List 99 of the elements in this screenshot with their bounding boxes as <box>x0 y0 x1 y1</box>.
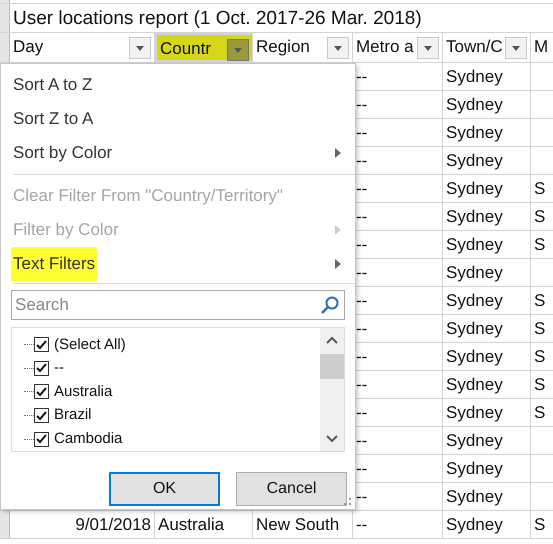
table-cell: -- <box>356 67 368 86</box>
highlight-mark: Text Filters <box>11 247 98 281</box>
table-cell: Sydney <box>446 375 503 394</box>
dialog-button[interactable]: Cancel <box>236 472 347 506</box>
value-label[interactable]: Australia <box>54 380 112 404</box>
table-cell: -- <box>356 431 368 450</box>
column-title: Region <box>255 37 310 56</box>
table-cell: -- <box>356 487 368 506</box>
report-title: User locations report (1 Oct. 2017-26 Mar. 2018) <box>12 7 422 31</box>
table-cell: Australia <box>158 515 224 534</box>
table-cell: -- <box>356 95 368 114</box>
caret-icon <box>234 48 242 52</box>
table-cell: -- <box>356 123 368 142</box>
submenu-arrow-icon <box>335 259 341 269</box>
value-label[interactable]: (Select All) <box>54 334 126 356</box>
menu-item-label: Sort by Color <box>13 142 112 164</box>
table-cell: New South <box>256 515 340 534</box>
table-cell: -- <box>356 515 368 534</box>
table-cell: Sydney <box>446 151 503 170</box>
table-cell: -- <box>356 263 368 282</box>
value-label[interactable]: -- <box>54 357 64 380</box>
menu-item-label: Sort Z to A <box>13 108 94 130</box>
table-cell: Sydney <box>446 235 503 254</box>
table-cell: Sydney <box>446 67 503 86</box>
column-title: Countr <box>159 39 212 58</box>
menu-item[interactable]: Sort by Color <box>1 136 355 170</box>
filter-dropdown-button[interactable] <box>505 37 527 59</box>
table-cell: Sydney <box>446 487 503 506</box>
checkbox[interactable] <box>34 408 49 424</box>
table-cell: Sydney <box>446 291 503 310</box>
table-cell: -- <box>356 151 368 170</box>
check-icon <box>36 434 47 444</box>
filter-dropdown-button[interactable] <box>327 37 349 59</box>
table-cell: Sydney <box>446 179 503 198</box>
column-title: Day <box>12 37 44 56</box>
menu-item[interactable]: Sort Z to A <box>1 102 355 136</box>
scroll-thumb[interactable] <box>320 354 344 379</box>
table-cell: -- <box>356 319 368 338</box>
menu-item-label: Filter by Color <box>13 219 119 242</box>
value-label[interactable]: Cambodia <box>54 428 122 450</box>
table-cell: Sydney <box>446 319 503 338</box>
table-cell: Sydney <box>446 123 503 142</box>
column-title: Metro a <box>355 37 414 56</box>
table-cell: Sydney <box>446 95 503 114</box>
table-cell: Sydney <box>446 403 503 422</box>
table-cell: S <box>534 207 546 226</box>
scroll-up-icon[interactable] <box>326 336 338 344</box>
table-cell: Sydney <box>446 515 503 534</box>
table-cell: -- <box>356 235 368 254</box>
table-cell: S <box>534 235 546 254</box>
column-title: M <box>533 37 548 56</box>
checkbox[interactable] <box>34 432 49 447</box>
column-title: Town/C <box>445 37 503 56</box>
menu-item-label: Clear Filter From "Country/Territory" <box>13 185 283 208</box>
checkbox[interactable] <box>34 384 49 400</box>
submenu-arrow-icon <box>335 148 341 158</box>
check-icon <box>36 386 47 397</box>
check-icon <box>36 340 47 350</box>
menu-item[interactable]: Text Filters <box>1 247 355 281</box>
check-icon <box>36 410 47 421</box>
table-cell: -- <box>356 291 368 310</box>
scrollbar[interactable] <box>320 328 344 451</box>
table-cell: -- <box>356 347 368 366</box>
resize-grip-icon[interactable] <box>344 498 352 506</box>
table-cell: Sydney <box>446 459 503 478</box>
check-icon <box>36 363 47 374</box>
caret-icon <box>424 46 432 50</box>
table-cell: S <box>534 515 546 534</box>
filter-dropdown-button[interactable] <box>129 37 151 59</box>
search-field[interactable]: Search <box>11 290 345 320</box>
submenu-arrow-icon <box>335 225 341 235</box>
table-cell: S <box>534 375 546 394</box>
table-cell: Sydney <box>446 207 503 226</box>
table-cell: Sydney <box>446 431 503 450</box>
checkbox[interactable] <box>34 360 49 376</box>
table-cell: 9/01/2018 <box>75 515 151 534</box>
caret-icon <box>512 46 520 50</box>
table-cell: S <box>534 347 546 366</box>
table-cell: -- <box>356 375 368 394</box>
checkbox[interactable] <box>34 337 49 352</box>
table-cell: -- <box>356 179 368 198</box>
table-cell: -- <box>356 207 368 226</box>
table-cell: -- <box>356 403 368 422</box>
caret-icon <box>334 46 342 50</box>
search-icon <box>320 295 340 315</box>
table-cell: S <box>534 319 546 338</box>
caret-icon <box>136 46 144 50</box>
menu-item-label: Sort A to Z <box>13 74 92 96</box>
table-cell: Sydney <box>446 263 503 282</box>
scroll-down-icon[interactable] <box>326 435 338 443</box>
table-cell: Sydney <box>446 347 503 366</box>
table-cell: S <box>534 403 546 422</box>
table-cell: S <box>534 291 546 310</box>
table-cell: S <box>534 179 546 198</box>
filter-dropdown-button[interactable] <box>417 37 439 59</box>
table-cell: -- <box>356 459 368 478</box>
menu-item[interactable]: Sort A to Z <box>1 68 355 102</box>
dialog-button[interactable]: OK <box>109 472 220 506</box>
value-label[interactable]: Brazil <box>54 404 92 427</box>
